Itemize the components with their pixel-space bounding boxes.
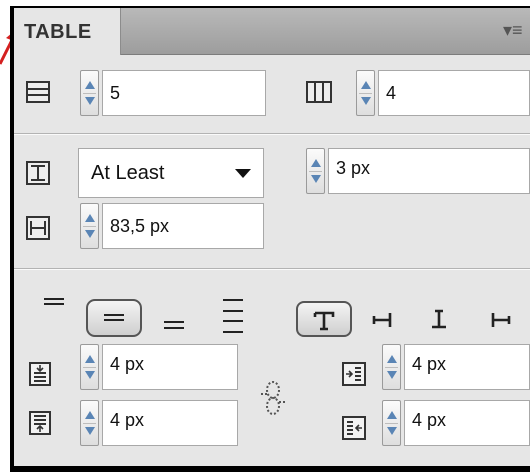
- text-rotation-90-icon[interactable]: [371, 308, 395, 332]
- rows-stepper[interactable]: [80, 70, 99, 116]
- rows-decrement[interactable]: [85, 97, 95, 105]
- rows-increment[interactable]: [85, 81, 95, 89]
- text-rotation-0-button[interactable]: [296, 301, 352, 337]
- link-insets-icon[interactable]: [259, 380, 287, 416]
- tab-bar: TABLE ▾≡: [14, 8, 530, 55]
- columns-decrement[interactable]: [361, 97, 371, 105]
- columns-stepper[interactable]: [356, 70, 375, 116]
- right-inset-stepper[interactable]: [382, 400, 401, 446]
- top-inset-decrement[interactable]: [85, 371, 95, 379]
- divider: [14, 268, 530, 270]
- chevron-down-icon: [235, 169, 251, 178]
- align-bottom-icon[interactable]: [162, 308, 186, 332]
- bottom-inset-decrement[interactable]: [85, 427, 95, 435]
- row-height-mode-value: At Least: [91, 162, 165, 184]
- justify-vertical-icon[interactable]: [221, 298, 245, 334]
- bottom-inset-increment[interactable]: [85, 411, 95, 419]
- top-inset-field[interactable]: 4 px: [102, 344, 238, 390]
- column-width-stepper[interactable]: [80, 203, 99, 249]
- left-inset-increment[interactable]: [387, 355, 397, 363]
- row-height-decrement[interactable]: [311, 175, 321, 183]
- right-inset-decrement[interactable]: [387, 427, 397, 435]
- rows-icon: [26, 81, 50, 103]
- left-inset-decrement[interactable]: [387, 371, 397, 379]
- rows-field[interactable]: 5: [102, 70, 266, 116]
- text-rotation-270-icon[interactable]: [488, 308, 512, 332]
- columns-icon: [306, 81, 332, 103]
- column-width-field[interactable]: 83,5 px: [102, 203, 264, 249]
- columns-field[interactable]: 4: [378, 70, 530, 116]
- top-inset-increment[interactable]: [85, 355, 95, 363]
- top-inset-stepper[interactable]: [80, 344, 99, 390]
- left-inset-stepper[interactable]: [382, 344, 401, 390]
- divider: [14, 133, 530, 135]
- panel-menu-icon[interactable]: ▾≡: [503, 20, 523, 41]
- tab-table-label: TABLE: [24, 21, 92, 43]
- align-center-icon: [104, 314, 124, 321]
- row-height-field[interactable]: 3 px: [328, 148, 530, 194]
- right-inset-increment[interactable]: [387, 411, 397, 419]
- right-inset-icon: [342, 416, 366, 440]
- column-width-icon: [26, 216, 50, 240]
- top-inset-icon: [29, 362, 51, 386]
- left-inset-field[interactable]: 4 px: [404, 344, 530, 390]
- text-rotation-180-icon[interactable]: [427, 308, 451, 332]
- tab-table[interactable]: TABLE: [14, 8, 121, 55]
- left-inset-icon: [342, 362, 366, 386]
- column-width-decrement[interactable]: [85, 230, 95, 238]
- bottom-inset-field[interactable]: 4 px: [102, 400, 238, 446]
- align-center-button[interactable]: [86, 299, 142, 337]
- column-width-increment[interactable]: [85, 214, 95, 222]
- text-rotation-0-icon: [313, 311, 335, 331]
- row-height-stepper[interactable]: [306, 148, 325, 194]
- row-height-icon: [26, 161, 50, 185]
- align-top-icon[interactable]: [42, 295, 66, 319]
- table-panel: TABLE ▾≡ 5 4 At Least 3 px 83,5 px 4 px …: [14, 8, 530, 466]
- bottom-inset-stepper[interactable]: [80, 400, 99, 446]
- right-inset-field[interactable]: 4 px: [404, 400, 530, 446]
- columns-increment[interactable]: [361, 81, 371, 89]
- row-height-mode-select[interactable]: At Least: [78, 148, 264, 198]
- bottom-inset-icon: [29, 411, 51, 435]
- row-height-increment[interactable]: [311, 159, 321, 167]
